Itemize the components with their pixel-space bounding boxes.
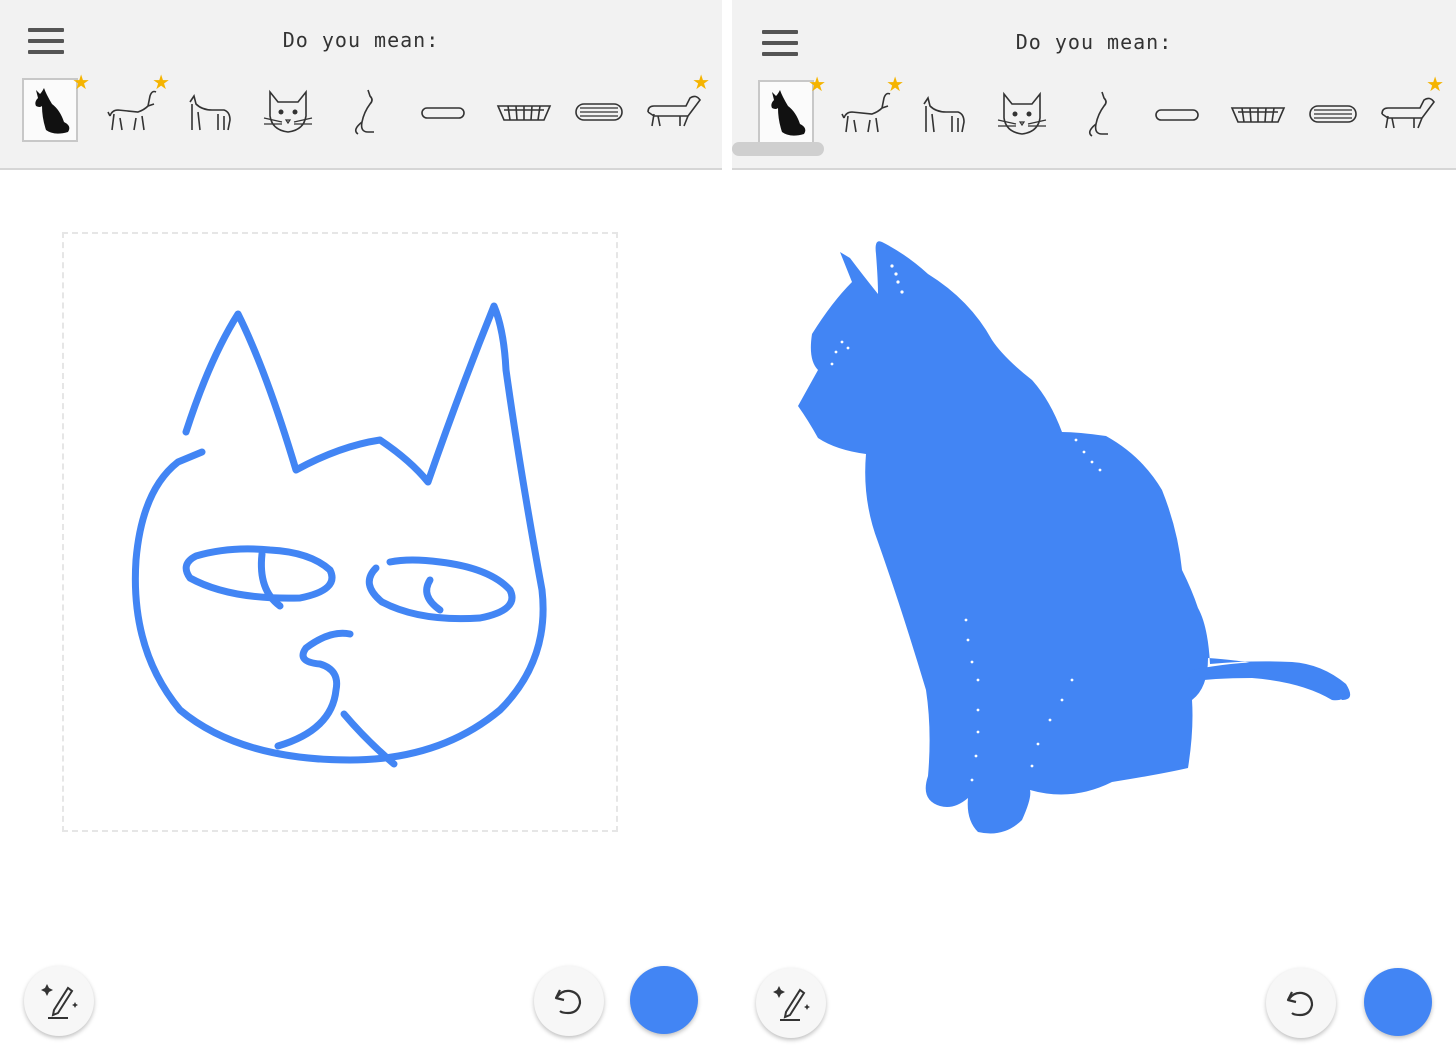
star-icon: ★ [72, 70, 90, 94]
cat-icon [189, 94, 231, 131]
suggestion-sitting-cat[interactable]: ★ [756, 74, 826, 144]
star-icon: ★ [886, 72, 904, 96]
star-icon: ★ [808, 72, 826, 96]
undo-button[interactable] [1266, 968, 1336, 1038]
suggestion-dachshund[interactable]: ★ [1374, 74, 1444, 144]
drawing-canvas[interactable] [732, 170, 1456, 1060]
sitting-cat-outline-icon [354, 89, 374, 135]
cat-face-sketch [131, 302, 547, 768]
suggestion-hot-dog[interactable] [412, 76, 474, 142]
panel-divider [722, 0, 732, 1060]
color-picker-button[interactable] [630, 966, 698, 1034]
suggestion-basket[interactable] [490, 76, 552, 142]
star-icon: ★ [692, 70, 710, 94]
suggestion-cat[interactable] [178, 76, 240, 142]
cat-icon [923, 96, 965, 133]
suggestion-basket[interactable] [1224, 78, 1286, 144]
color-picker-button[interactable] [1364, 968, 1432, 1036]
hot-dog-icon [1155, 109, 1199, 121]
top-bar: Do you mean: ★ ★ ★ [0, 0, 722, 170]
cat-face-icon [263, 89, 313, 133]
cat-silhouette-drawing [798, 241, 1351, 834]
suggestion-cat[interactable] [912, 78, 974, 144]
star-icon: ★ [152, 70, 170, 94]
suggestion-row: ★ ★ ★ [752, 74, 1444, 148]
suggestion-hot-dog-bun[interactable] [1302, 78, 1364, 144]
hot-dog-bun-icon [575, 103, 623, 121]
autodraw-pencil-icon [773, 986, 810, 1021]
cat-face-icon [997, 91, 1047, 135]
suggestion-sitting-cat[interactable]: ★ [20, 72, 90, 142]
sitting-cat-outline-icon [1088, 91, 1108, 137]
suggestion-hot-dog-bun[interactable] [568, 76, 630, 142]
suggestion-prompt: Do you mean: [1015, 30, 1173, 54]
sitting-cat-silhouette-icon [35, 88, 70, 134]
autodraw-button[interactable] [756, 968, 826, 1038]
undo-button[interactable] [534, 966, 604, 1036]
basket-icon [496, 105, 552, 121]
suggestion-sitting-cat-outline[interactable] [334, 76, 396, 142]
suggestion-cat-face[interactable] [256, 76, 318, 142]
autodraw-button[interactable] [24, 966, 94, 1036]
star-icon: ★ [1426, 72, 1444, 96]
suggestion-sitting-cat-outline[interactable] [1068, 78, 1130, 144]
left-panel: Do you mean: ★ ★ ★ [0, 0, 722, 1060]
top-bar: Do you mean: ★ ★ ★ [732, 0, 1456, 170]
sitting-cat-silhouette-icon [771, 90, 806, 136]
suggestion-walking-cat[interactable]: ★ [100, 72, 170, 142]
basket-icon [1230, 107, 1286, 123]
suggestion-cat-face[interactable] [990, 78, 1052, 144]
hot-dog-icon [421, 107, 465, 119]
suggestion-scrollbar[interactable] [732, 142, 824, 156]
hot-dog-bun-icon [1309, 105, 1357, 123]
drawing-canvas[interactable] [0, 170, 722, 1060]
suggestion-prompt: Do you mean: [282, 28, 440, 52]
undo-icon [1286, 991, 1314, 1017]
suggestion-row: ★ ★ ★ [20, 72, 710, 146]
undo-icon [554, 989, 582, 1015]
autodraw-pencil-icon [41, 984, 78, 1019]
suggestion-hot-dog[interactable] [1146, 78, 1208, 144]
suggestion-walking-cat[interactable]: ★ [834, 74, 904, 144]
suggestion-dachshund[interactable]: ★ [640, 72, 710, 142]
right-panel: Do you mean: ★ ★ ★ [732, 0, 1456, 1060]
